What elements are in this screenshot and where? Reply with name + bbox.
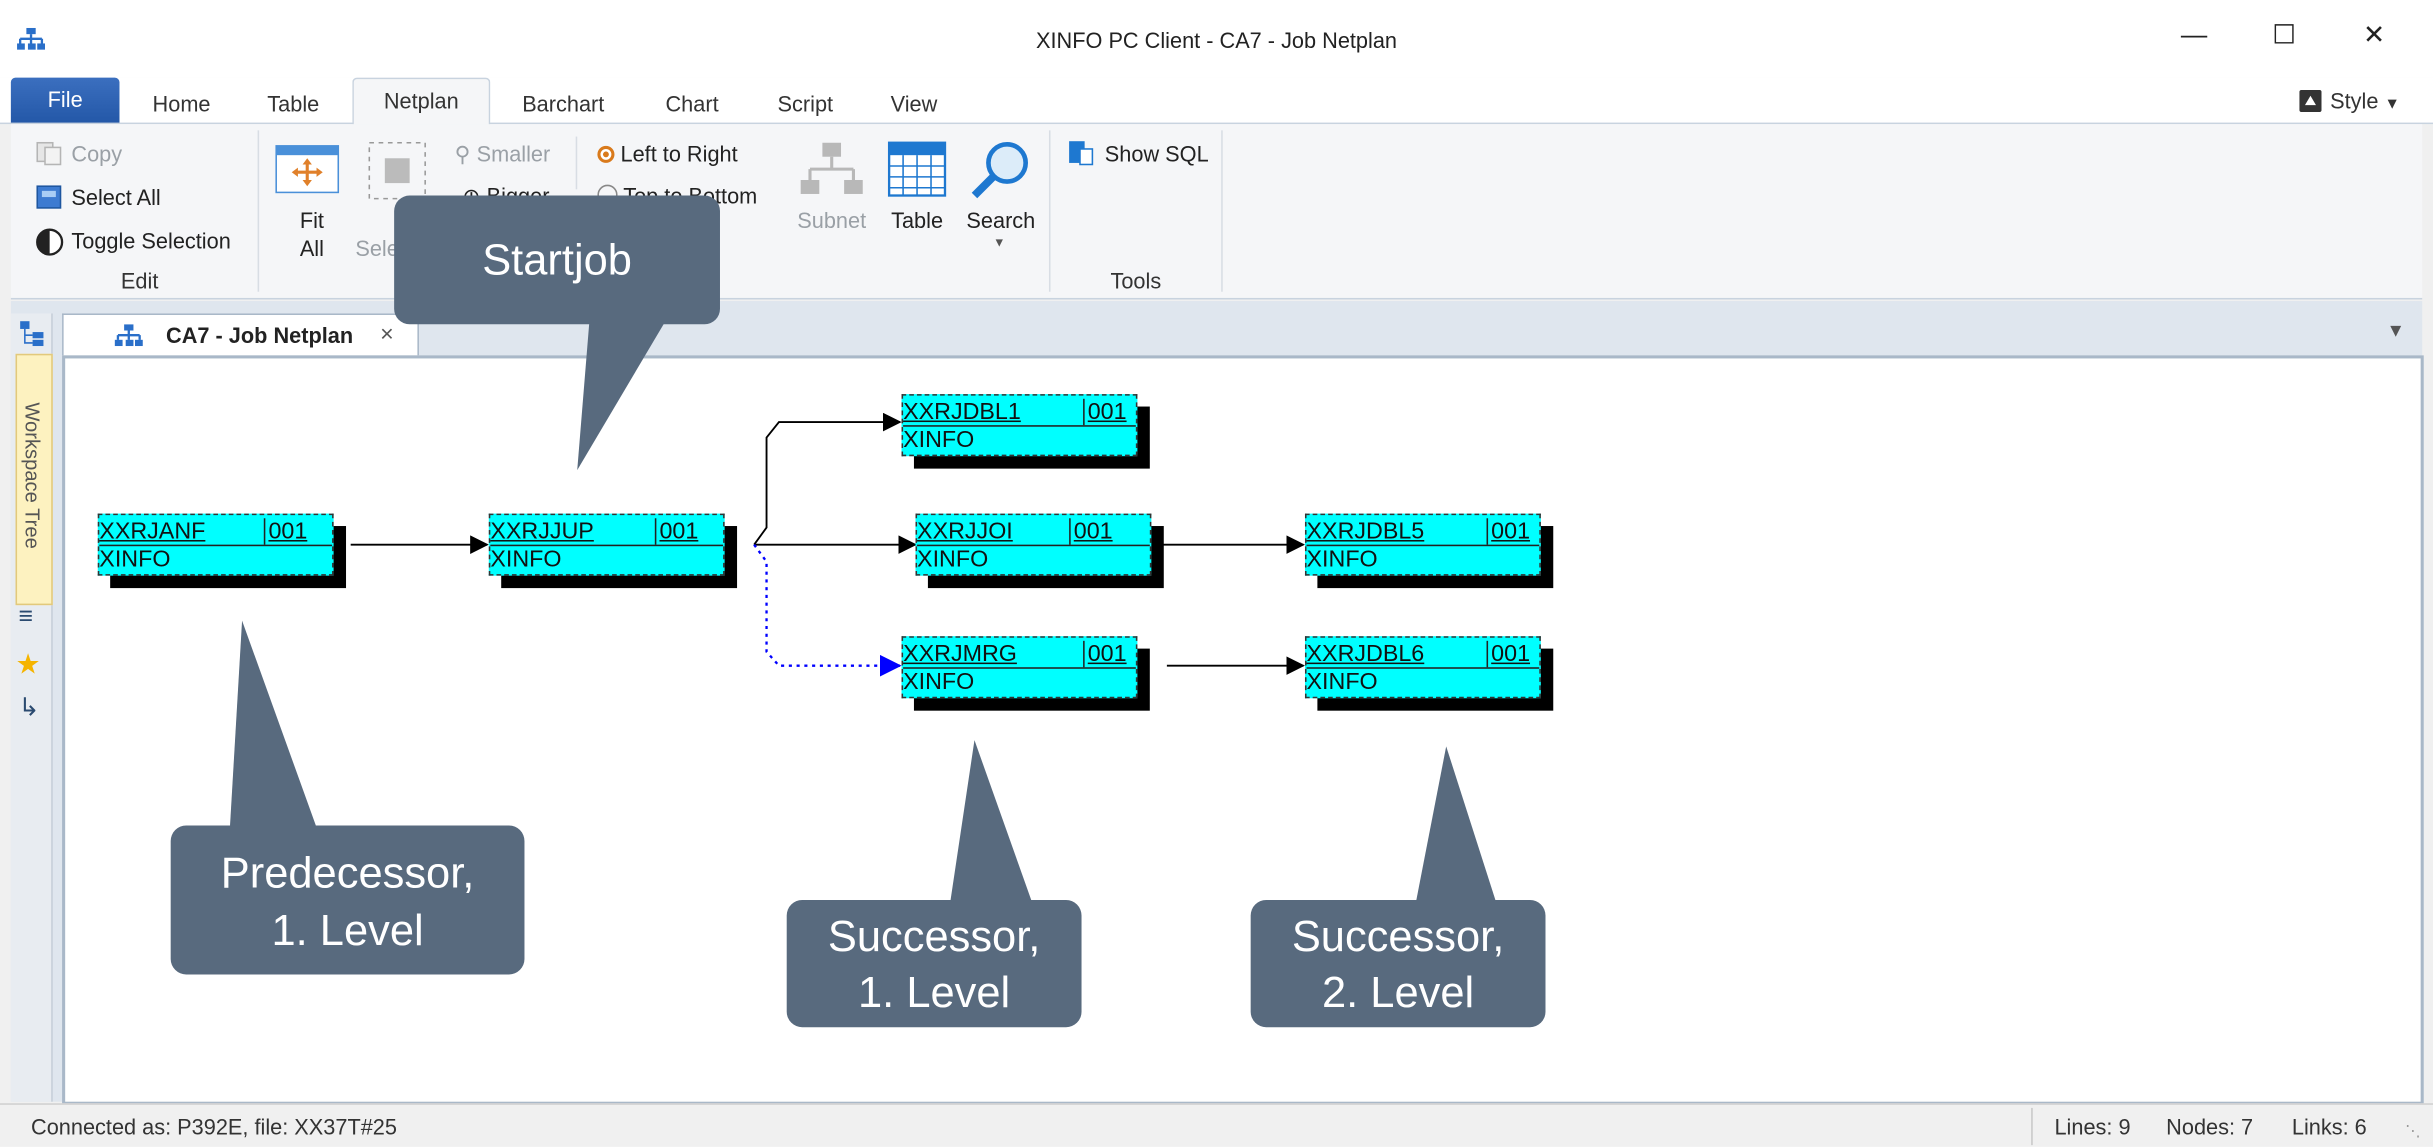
predecessor-pointer [229, 620, 319, 832]
successor-1-callout-line-2: 1. Level [858, 968, 1011, 1017]
startjob-pointer [577, 318, 668, 471]
successor1-pointer [949, 740, 1034, 907]
successor-1-callout-line-1: Successor, [827, 912, 1041, 961]
callout-pointers [229, 318, 1498, 907]
startjob-callout: Startjob [394, 195, 720, 325]
status-separator [2031, 1107, 2033, 1146]
successor-2-callout: Successor, 2. Level [1250, 899, 1546, 1028]
successor-1-callout: Successor, 1. Level [786, 899, 1082, 1028]
status-links: Links: 6 [2291, 1114, 2367, 1139]
status-bar: Connected as: P392E, file: XX37T#25 Line… [0, 1103, 2433, 1147]
predecessor-callout: Predecessor, 1. Level [170, 825, 525, 975]
predecessor-callout-line-2: 1. Level [271, 906, 424, 955]
status-connection: Connected as: P392E, file: XX37T#25 [31, 1114, 397, 1139]
successor-2-callout-line-2: 2. Level [1321, 968, 1475, 1017]
successor2-pointer [1415, 746, 1498, 907]
resize-grip-icon[interactable]: ⋱ [2405, 1123, 2421, 1140]
status-lines: Lines: 9 [2054, 1114, 2131, 1139]
predecessor-callout-line-1: Predecessor, [220, 848, 475, 897]
status-nodes: Nodes: 7 [2166, 1114, 2254, 1139]
successor-2-callout-line-1: Successor, [1291, 912, 1505, 961]
